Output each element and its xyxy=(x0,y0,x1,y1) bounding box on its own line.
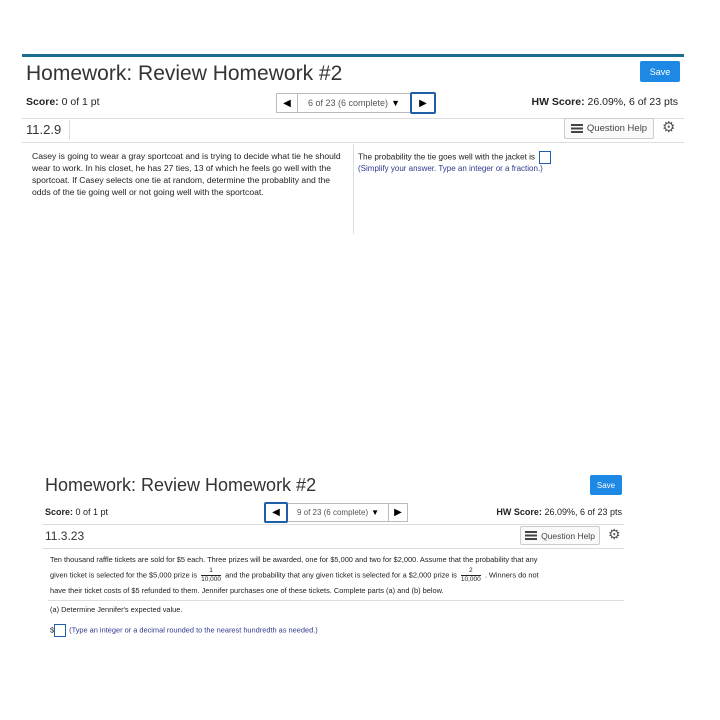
question-progress: 6 of 23 (6 complete) xyxy=(308,98,389,108)
score-display: Score: 0 of 1 pt xyxy=(26,96,100,108)
gear-icon[interactable]: ⚙ xyxy=(662,120,675,135)
hw-score-display: HW Score: 26.09%, 6 of 23 pts xyxy=(496,507,622,517)
fraction-numerator: 1 xyxy=(201,567,222,576)
top-accent-line xyxy=(22,54,684,57)
question-progress: 9 of 23 (6 complete) xyxy=(296,508,369,517)
divider xyxy=(69,120,70,140)
divider xyxy=(42,548,624,549)
question-select[interactable]: 9 of 23 (6 complete) ▼ xyxy=(288,503,388,522)
save-button[interactable]: Save xyxy=(590,475,622,495)
fraction-denominator: 10,000 xyxy=(460,576,481,583)
hw-score-label: HW Score: xyxy=(531,96,585,108)
question-text-line-2: given ticket is selected for the $5,000 … xyxy=(50,567,539,584)
question-navigator: ◀ 6 of 23 (6 complete) ▼ ▶ xyxy=(276,92,436,114)
triangle-right-icon: ▶ xyxy=(394,507,402,518)
hw-score-label: HW Score: xyxy=(496,507,542,517)
text-segment: and the probability that any given ticke… xyxy=(225,570,457,580)
next-question-button[interactable]: ▶ xyxy=(388,503,408,522)
page-title: Homework: Review Homework #2 xyxy=(45,475,317,495)
list-icon xyxy=(570,124,583,133)
question-help-label: Question Help xyxy=(586,123,648,134)
text-segment: . Winners do not xyxy=(484,570,539,580)
score-value: 0 of 1 pt xyxy=(75,507,109,517)
homework-panel-2: Homework: Review Homework #2 Save Score:… xyxy=(42,474,624,644)
score-label: Score: xyxy=(45,507,74,517)
question-navigator: ◀ 9 of 23 (6 complete) ▼ ▶ xyxy=(264,502,408,523)
triangle-left-icon: ◀ xyxy=(272,507,280,518)
fraction-numerator: 2 xyxy=(460,567,481,576)
fraction-denominator: 10,000 xyxy=(201,576,222,583)
question-text: Casey is going to wear a gray sportcoat … xyxy=(32,151,341,197)
answer-line: The probability the tie goes well with t… xyxy=(358,151,552,164)
page-title: Homework: Review Homework #2 xyxy=(26,62,343,85)
list-icon xyxy=(525,531,538,540)
question-text-line-3: have their ticket costs of $5 refunded t… xyxy=(50,586,444,595)
answer-line: $ (Type an integer or a decimal rounded t… xyxy=(50,624,318,637)
text-segment: given ticket is selected for the $5,000 … xyxy=(50,570,198,580)
score-value: 0 of 1 pt xyxy=(61,96,100,108)
answer-input[interactable] xyxy=(54,624,67,637)
previous-question-button[interactable]: ◀ xyxy=(276,93,298,113)
triangle-left-icon: ◀ xyxy=(283,97,291,109)
divider xyxy=(48,600,624,601)
gear-icon[interactable]: ⚙ xyxy=(608,527,621,541)
fraction-2: 2 10,000 xyxy=(460,567,481,584)
question-number: 11.3.23 xyxy=(45,529,85,543)
triangle-right-icon: ▶ xyxy=(419,97,427,109)
question-text-line-1: Ten thousand raffle tickets are sold for… xyxy=(50,555,538,564)
column-divider xyxy=(353,144,354,234)
homework-panel-1: Homework: Review Homework #2 Save Score:… xyxy=(22,54,684,234)
question-help-button[interactable]: Question Help xyxy=(520,526,600,545)
dropdown-arrow-icon: ▼ xyxy=(391,98,400,108)
score-label: Score: xyxy=(26,96,59,108)
score-display: Score: 0 of 1 pt xyxy=(45,507,108,517)
question-select[interactable]: 6 of 23 (6 complete) ▼ xyxy=(298,93,410,113)
answer-hint: (Simplify your answer. Type an integer o… xyxy=(358,164,543,173)
divider xyxy=(22,142,684,143)
divider xyxy=(42,524,624,525)
answer-hint: (Type an integer or a decimal rounded to… xyxy=(69,625,318,635)
answer-prompt: The probability the tie goes well with t… xyxy=(358,152,536,162)
hw-score-value: 26.09%, 6 of 23 pts xyxy=(544,507,622,517)
hw-score-value: 26.09%, 6 of 23 pts xyxy=(587,96,678,108)
part-a-label: (a) Determine Jennifer's expected value. xyxy=(50,605,183,614)
hw-score-display: HW Score: 26.09%, 6 of 23 pts xyxy=(532,96,679,108)
question-number: 11.2.9 xyxy=(26,122,62,137)
dropdown-arrow-icon: ▼ xyxy=(371,508,380,517)
previous-question-button[interactable]: ◀ xyxy=(264,502,288,523)
answer-input[interactable] xyxy=(539,151,552,164)
fraction-1: 1 10,000 xyxy=(201,567,222,584)
question-help-button[interactable]: Question Help xyxy=(564,118,654,139)
save-button[interactable]: Save xyxy=(640,61,680,82)
question-help-label: Question Help xyxy=(541,530,595,541)
next-question-button[interactable]: ▶ xyxy=(410,92,436,114)
